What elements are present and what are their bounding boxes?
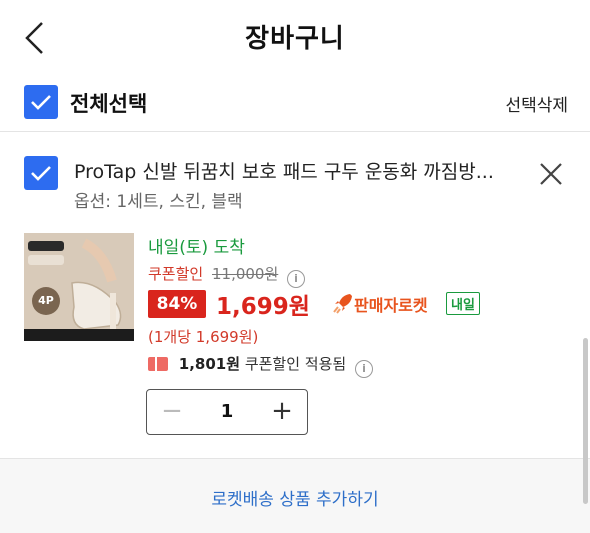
seller-rocket-label: 판매자로켓 [354, 296, 428, 315]
info-icon[interactable]: i [354, 360, 373, 378]
increase-button[interactable]: + [257, 390, 307, 434]
thumb-badge: 4P [32, 287, 60, 315]
applied-label: 쿠폰할인 적용됨 [244, 355, 347, 373]
unit-price: (1개당 1,699원) [148, 328, 259, 346]
product-thumbnail[interactable]: 4P [24, 233, 134, 341]
item-checkbox[interactable] [24, 156, 58, 190]
check-icon [31, 166, 51, 181]
quantity-stepper: − 1 + [146, 389, 308, 435]
delivery-date: 내일(토) 도착 [148, 238, 245, 258]
info-icon[interactable]: i [287, 270, 306, 288]
footer: 로켓배송 상품 추가하기 [0, 458, 590, 533]
original-price: 11,000원 [211, 265, 279, 283]
applied-amount: 1,801원 [178, 355, 241, 373]
coupon-row: 쿠폰할인 11,000원 i [148, 263, 306, 288]
cart-item: ProTap 신발 뒤꿈치 보호 패드 구두 운동화 까짐방... 옵션: 1세… [0, 133, 590, 458]
page-title: 장바구니 [245, 24, 345, 54]
select-all-checkbox[interactable] [24, 85, 58, 119]
select-all-bar: 전체선택 선택삭제 [0, 74, 590, 132]
sale-price: 1,699원 [216, 294, 310, 320]
quantity-value[interactable]: 1 [197, 390, 257, 434]
item-name[interactable]: ProTap 신발 뒤꿈치 보호 패드 구두 운동화 까짐방... [74, 157, 514, 184]
delete-selected-button[interactable]: 선택삭제 [505, 91, 568, 116]
close-icon[interactable] [536, 159, 566, 189]
decrease-button[interactable]: − [147, 390, 197, 434]
header: 장바구니 [0, 0, 590, 74]
coupon-label: 쿠폰할인 [148, 265, 204, 283]
item-option: 옵션: 1세트, 스킨, 블랙 [74, 192, 243, 212]
check-icon [31, 95, 51, 110]
rocket-icon [333, 294, 352, 314]
scrollbar[interactable] [583, 338, 588, 504]
discount-rate-badge: 84% [148, 290, 206, 318]
tomorrow-badge: 내일 [446, 292, 480, 315]
select-all-label: 전체선택 [70, 92, 148, 116]
coupon-icon [148, 357, 168, 371]
add-rocket-items-link[interactable]: 로켓배송 상품 추가하기 [0, 485, 590, 510]
coupon-applied-row: 1,801원 쿠폰할인 적용됨 i [148, 353, 373, 378]
